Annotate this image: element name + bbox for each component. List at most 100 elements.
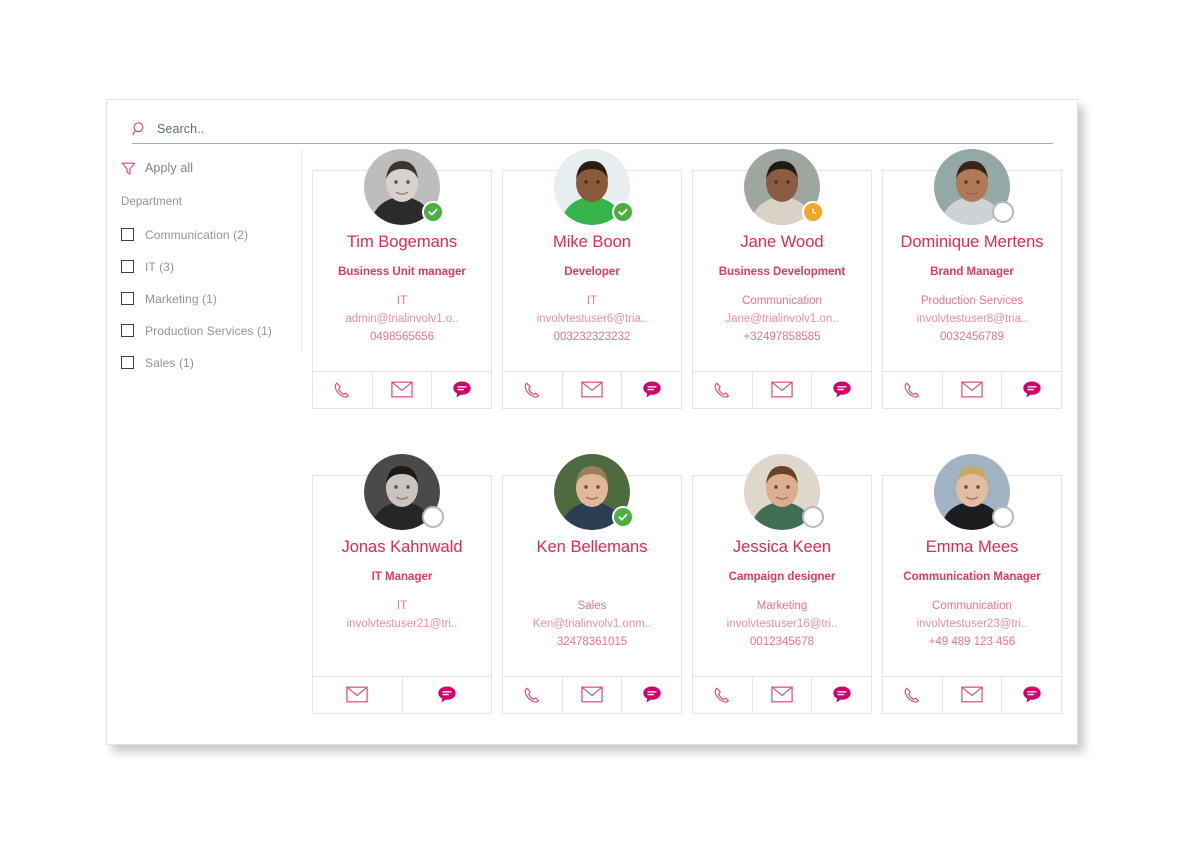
card-row: Tim Bogemans Business Unit manager IT ad… — [312, 149, 1072, 409]
call-button[interactable] — [503, 371, 563, 408]
chat-button[interactable] — [622, 677, 681, 713]
call-button[interactable] — [693, 371, 753, 408]
contact-job-title: Campaign designer — [728, 570, 836, 583]
facet-label: Communication (2) — [145, 227, 249, 242]
contact-card[interactable]: Jessica Keen Campaign designer Marketing… — [692, 453, 872, 714]
contact-email: involvtestuser23@tri.. — [916, 617, 1028, 630]
contact-email: admin@trialinvolv1.o.. — [345, 312, 459, 325]
call-button[interactable] — [503, 676, 563, 713]
checkbox[interactable] — [121, 356, 134, 369]
chat-button[interactable] — [622, 372, 681, 408]
email-button[interactable] — [563, 676, 623, 713]
card-actions — [883, 370, 1061, 408]
email-button[interactable] — [313, 676, 403, 713]
phone-icon — [902, 380, 922, 400]
card-spacer — [693, 650, 871, 664]
presence-available-icon — [422, 201, 444, 223]
chat-button[interactable] — [812, 677, 871, 713]
presence-available-icon — [612, 201, 634, 223]
phone-icon — [522, 685, 542, 705]
presence-offline-icon — [422, 505, 444, 528]
contact-phone: +32497858585 — [743, 330, 821, 343]
phone-icon — [712, 380, 732, 400]
contact-card-grid: Tim Bogemans Business Unit manager IT ad… — [312, 149, 1072, 780]
facet-production-services[interactable]: Production Services (1) — [121, 318, 301, 343]
checkbox[interactable] — [121, 260, 134, 273]
chat-button[interactable] — [1002, 372, 1061, 408]
contact-card[interactable]: Mike Boon Developer IT involvtestuser6@t… — [502, 149, 682, 409]
facet-sales[interactable]: Sales (1) — [121, 350, 301, 375]
envelope-icon — [961, 686, 983, 703]
contact-department: Marketing — [756, 599, 808, 612]
card-spacer — [313, 650, 491, 664]
chat-button[interactable] — [812, 372, 871, 408]
search-input[interactable] — [157, 121, 557, 136]
contact-card[interactable]: Jonas Kahnwald IT Manager IT involvtestu… — [312, 453, 492, 714]
avatar — [934, 149, 1014, 225]
contact-job-title: Business Development — [718, 265, 846, 278]
facet-label: Production Services (1) — [145, 323, 273, 338]
contact-job-title: IT Manager — [371, 570, 433, 583]
contact-email: Ken@trialinvolv1.onm.. — [532, 617, 652, 630]
search-bar[interactable] — [132, 114, 1053, 144]
app-root: Apply all Department Communication (2) I… — [0, 0, 1185, 857]
facet-marketing[interactable]: Marketing (1) — [121, 286, 301, 311]
card-spacer — [313, 345, 491, 359]
contact-card[interactable]: Ken Bellemans Sales Ken@trialinvolv1.onm… — [502, 453, 682, 714]
apply-all-button[interactable]: Apply all — [121, 158, 301, 178]
phone-icon — [712, 685, 732, 705]
contact-card[interactable]: Jane Wood Business Development Communica… — [692, 149, 872, 409]
checkbox[interactable] — [121, 228, 134, 241]
contact-job-title: Communication Manager — [903, 570, 1041, 583]
contact-card[interactable]: Dominique Mertens Brand Manager Producti… — [882, 149, 1062, 409]
presence-offline-icon — [992, 201, 1014, 223]
chat-button[interactable] — [403, 677, 492, 713]
contact-job-title: Business Unit manager — [338, 265, 466, 278]
facet-it[interactable]: IT (3) — [121, 254, 301, 279]
contact-name: Dominique Mertens — [900, 233, 1044, 251]
contact-name: Tim Bogemans — [346, 233, 458, 251]
presence-offline-icon — [802, 505, 824, 528]
presence-offline-icon — [992, 505, 1014, 528]
facet-group-title: Department — [121, 196, 183, 208]
chat-button[interactable] — [432, 372, 491, 408]
checkbox[interactable] — [121, 292, 134, 305]
contact-name: Jane Wood — [740, 233, 824, 251]
checkbox[interactable] — [121, 324, 134, 337]
contact-card[interactable]: Tim Bogemans Business Unit manager IT ad… — [312, 149, 492, 409]
envelope-icon — [391, 381, 413, 398]
call-button[interactable] — [313, 371, 373, 408]
search-icon — [132, 121, 148, 137]
contact-card[interactable]: Emma Mees Communication Manager Communic… — [882, 453, 1062, 714]
facet-communication[interactable]: Communication (2) — [121, 222, 301, 247]
chat-icon — [832, 685, 852, 704]
email-button[interactable] — [753, 371, 813, 408]
chat-icon — [642, 380, 662, 399]
envelope-icon — [346, 686, 368, 703]
email-button[interactable] — [753, 676, 813, 713]
contact-department: Sales — [577, 599, 607, 612]
contact-email: Jane@trialinvolv1.on.. — [725, 312, 839, 325]
phone-icon — [902, 685, 922, 705]
apply-all-label: Apply all — [145, 161, 194, 175]
avatar — [744, 149, 824, 225]
email-button[interactable] — [563, 371, 623, 408]
chat-button[interactable] — [1002, 677, 1061, 713]
call-button[interactable] — [693, 676, 753, 713]
email-button[interactable] — [943, 371, 1003, 408]
sidebar-divider — [301, 150, 302, 350]
email-button[interactable] — [943, 676, 1003, 713]
chat-icon — [642, 685, 662, 704]
avatar — [554, 149, 634, 225]
avatar — [744, 453, 824, 530]
card-actions — [313, 675, 492, 713]
call-button[interactable] — [883, 676, 943, 713]
contact-phone: 0032456789 — [940, 330, 1004, 343]
facet-label: Marketing (1) — [145, 291, 217, 306]
card-spacer — [693, 345, 871, 359]
people-directory-panel: Apply all Department Communication (2) I… — [106, 99, 1078, 745]
contact-phone: 0012345678 — [750, 635, 814, 648]
call-button[interactable] — [883, 371, 943, 408]
contact-department: IT — [396, 294, 408, 307]
email-button[interactable] — [373, 371, 433, 408]
